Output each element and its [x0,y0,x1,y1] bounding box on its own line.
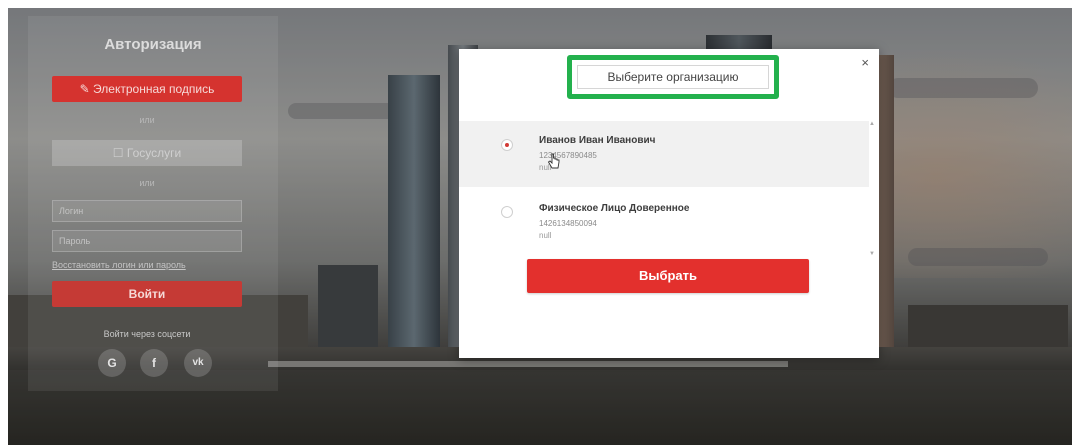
radio-unselected[interactable] [501,206,513,218]
organization-inn: 1426134850094 [539,219,597,228]
forgot-password-link[interactable]: Восстановить логин или пароль [52,260,186,270]
scroll-down-icon[interactable]: ▼ [869,251,875,257]
organization-list: Иванов Иван Иванович 1234567890485 null … [459,121,869,257]
modal-title: Выберите организацию [577,65,769,89]
login-button[interactable]: Войти [52,281,242,307]
close-icon[interactable]: × [861,55,869,70]
auth-title: Авторизация [104,36,202,53]
esign-button[interactable]: ✎ Электронная подпись [52,76,242,102]
list-scrollbar[interactable]: ▲ ▼ [869,121,875,257]
password-field[interactable]: Пароль [52,230,242,252]
select-button[interactable]: Выбрать [527,259,809,293]
organization-item[interactable]: Физическое Лицо Доверенное 1426134850094… [459,189,869,255]
organization-extra: null [539,231,552,240]
organization-name: Иванов Иван Иванович [539,135,656,146]
scroll-up-icon[interactable]: ▲ [869,121,875,127]
organization-item[interactable]: Иванов Иван Иванович 1234567890485 null [459,121,869,187]
vk-icon[interactable]: vk [184,349,212,377]
select-organization-modal: × Выберите организацию Иванов Иван Ивано… [459,49,879,358]
gosuslugi-button[interactable]: ☐ Госуслуги [52,140,242,166]
social-caption: Войти через соцсети [103,329,191,339]
or-separator: или [139,115,155,125]
auth-panel: Авторизация ✎ Электронная подпись или ☐ … [28,16,278,391]
title-highlight: Выберите организацию [567,55,779,99]
hand-cursor-icon [547,153,560,169]
google-icon[interactable]: G [98,349,126,377]
or-separator: или [139,178,155,188]
radio-selected[interactable] [501,139,513,151]
organization-name: Физическое Лицо Доверенное [539,203,690,214]
facebook-icon[interactable]: f [140,349,168,377]
login-field[interactable]: Логин [52,200,242,222]
